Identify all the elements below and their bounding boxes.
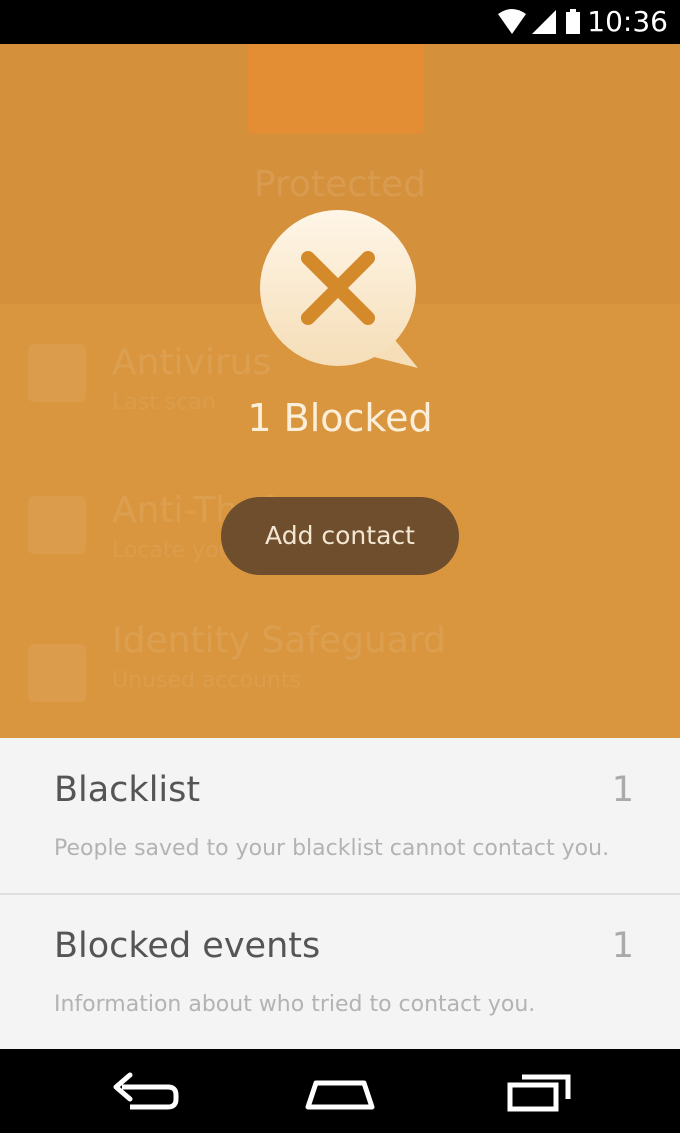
status-time: 10:36 <box>587 5 668 38</box>
main-overlay-area: Protected Antivirus Last scan Anti-Theft… <box>0 44 680 738</box>
row-count: 1 <box>611 770 634 810</box>
protection-status-tile <box>248 44 424 134</box>
signal-icon <box>532 10 556 34</box>
info-icon <box>28 644 86 702</box>
battery-icon <box>566 9 580 34</box>
protection-status-text: Protected <box>253 164 427 205</box>
recents-icon[interactable] <box>500 1065 580 1117</box>
blocked-events-row[interactable]: Blocked events 1 Information about who t… <box>0 894 680 1049</box>
blocked-count-label: 1 Blocked <box>247 396 433 440</box>
blacklist-row[interactable]: Blacklist 1 People saved to your blackli… <box>0 738 680 895</box>
bottom-sheet: Blacklist 1 People saved to your blackli… <box>0 738 680 1049</box>
home-icon[interactable] <box>300 1065 380 1117</box>
antivirus-icon <box>28 344 86 402</box>
blocked-bubble <box>260 210 418 368</box>
row-count: 1 <box>611 926 634 966</box>
feature-title: Antivirus <box>112 342 272 383</box>
feature-subtitle: Unused accounts <box>112 668 302 693</box>
navigation-bar <box>0 1049 680 1133</box>
row-title: Blacklist <box>54 770 201 810</box>
location-pin-icon <box>28 496 86 554</box>
status-bar: 10:36 <box>0 0 680 44</box>
row-description: Information about who tried to contact y… <box>54 992 536 1017</box>
add-contact-button[interactable]: Add contact <box>221 497 459 575</box>
row-title: Blocked events <box>54 926 321 966</box>
feature-title: Identity Safeguard <box>112 620 446 661</box>
row-description: People saved to your blacklist cannot co… <box>54 836 610 861</box>
status-icons <box>498 9 580 34</box>
wifi-icon <box>498 9 526 34</box>
back-icon[interactable] <box>104 1065 184 1117</box>
